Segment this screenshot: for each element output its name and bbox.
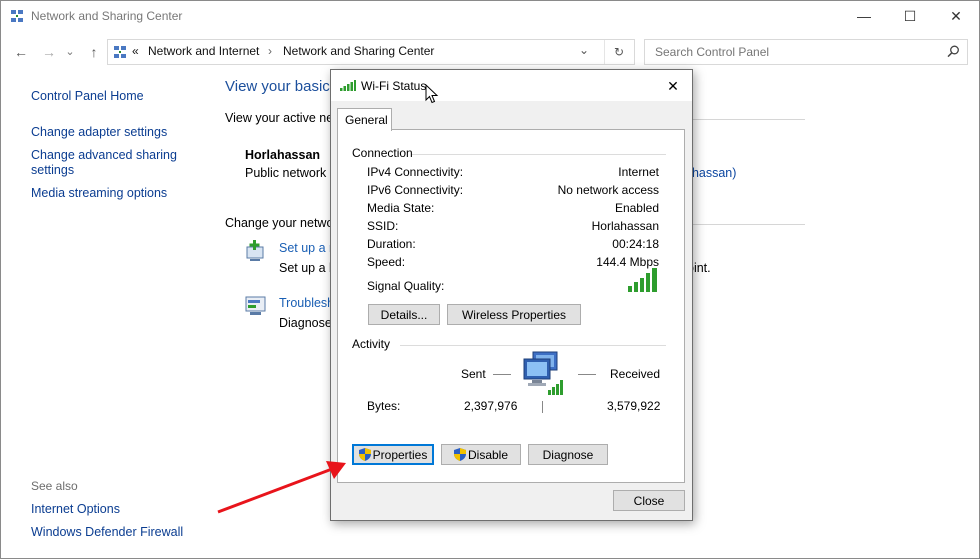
address-chevrons[interactable]: « (132, 44, 139, 58)
breadcrumb-sharing-center[interactable]: Network and Sharing Center (283, 44, 434, 58)
received-line (578, 374, 596, 375)
refresh-button[interactable]: ↻ (604, 40, 633, 64)
setup-connection-icon (244, 239, 268, 266)
page-title: View your basic (225, 78, 330, 95)
network-type: Public network (245, 166, 327, 180)
up-button[interactable]: ↑ (84, 41, 104, 63)
breadcrumb-network-internet[interactable]: Network and Internet (148, 44, 259, 58)
network-activity-computers-icon (522, 351, 570, 400)
bytes-label: Bytes: (367, 399, 401, 413)
annotation-arrow-icon (217, 461, 346, 514)
ipv4-value: Internet (618, 165, 659, 179)
activity-group-label: Activity (352, 337, 391, 351)
media-streaming-options-link[interactable]: Media streaming options (31, 186, 167, 200)
speed-value: 144.4 Mbps (596, 255, 659, 269)
windows-defender-firewall-link[interactable]: Windows Defender Firewall (31, 525, 183, 539)
change-adapter-settings-link[interactable]: Change adapter settings (31, 125, 167, 139)
diagnose-button[interactable]: Diagnose (528, 444, 608, 465)
wifi-status-dialog: Wi-Fi Status ✕ General Connection IPv4 C… (330, 69, 693, 521)
bytes-received-value: 3,579,922 (607, 399, 661, 413)
change-advanced-sharing-link[interactable]: Change advanced sharing (31, 148, 177, 162)
search-box[interactable] (644, 39, 968, 65)
see-also-label: See also (31, 479, 78, 493)
minimize-button[interactable]: — (841, 1, 887, 32)
window-title: Network and Sharing Center (31, 9, 183, 23)
troubleshoot-description: Diagnose (279, 316, 332, 330)
uac-shield-icon (358, 447, 371, 467)
properties-button-label: Properties (372, 448, 428, 462)
disable-button-label: Disable (467, 448, 509, 462)
troubleshoot-icon (244, 295, 268, 320)
tab-general-label: General (345, 113, 388, 127)
wireless-properties-button[interactable]: Wireless Properties (447, 304, 581, 325)
mouse-cursor-icon (425, 83, 439, 107)
sent-line (493, 374, 511, 375)
address-bar[interactable]: « Network and Internet › Network and Sha… (107, 39, 635, 65)
setup-connection-description: Set up a b (279, 261, 336, 275)
troubleshoot-link[interactable]: Troublesh (279, 296, 334, 310)
dialog-title: Wi-Fi Status (361, 79, 427, 93)
disable-button[interactable]: Disable (441, 444, 521, 465)
internet-options-link[interactable]: Internet Options (31, 502, 120, 516)
received-label: Received (610, 367, 661, 381)
properties-button[interactable]: Properties (352, 444, 434, 465)
breadcrumb-separator[interactable]: › (268, 44, 272, 58)
activity-group-line (400, 345, 666, 346)
bytes-sent-value: 2,397,976 (464, 399, 518, 413)
title-bar: Network and Sharing Center — ☐ ✕ (1, 1, 979, 32)
speed-label: Speed: (367, 255, 406, 269)
active-networks-heading: View your active netw (225, 111, 346, 125)
address-dropdown-button[interactable]: ⌄ (579, 43, 589, 57)
general-tab-panel: Connection IPv4 Connectivity: Internet I… (337, 129, 685, 483)
ssid-value: Horlahassan (591, 219, 659, 233)
setup-connection-link[interactable]: Set up a n (279, 241, 336, 255)
tab-general[interactable]: General (337, 108, 392, 131)
maximize-button[interactable]: ☐ (887, 1, 933, 32)
wifi-signal-icon (340, 80, 356, 94)
media-state-value: Enabled (614, 201, 659, 215)
duration-label: Duration: (367, 237, 416, 251)
signal-quality-bars-icon (628, 268, 659, 295)
ipv4-label: IPv4 Connectivity: (367, 165, 464, 179)
address-location-icon (113, 45, 127, 62)
change-advanced-sharing-link-line2[interactable]: settings (31, 163, 74, 177)
back-button[interactable]: ← (11, 41, 31, 63)
sent-label: Sent (461, 367, 486, 381)
ssid-label: SSID: (367, 219, 399, 233)
ipv6-label: IPv6 Connectivity: (367, 183, 464, 197)
control-panel-home-link[interactable]: Control Panel Home (31, 89, 144, 103)
details-button[interactable]: Details... (368, 304, 440, 325)
ipv6-value: No network access (557, 183, 659, 197)
connection-group-line (412, 154, 666, 155)
change-settings-heading: Change your netwo (225, 216, 334, 230)
duration-value: 00:24:18 (612, 237, 659, 251)
forward-button[interactable]: → (39, 41, 59, 63)
dialog-title-bar: Wi-Fi Status ✕ (331, 70, 692, 101)
connection-group-label: Connection (352, 146, 413, 160)
close-button[interactable]: Close (613, 490, 685, 511)
search-input[interactable] (653, 43, 937, 61)
dialog-close-button[interactable]: ✕ (661, 76, 685, 96)
media-state-label: Media State: (367, 201, 435, 215)
network-center-icon (10, 9, 24, 26)
bytes-divider (542, 401, 543, 413)
signal-quality-label: Signal Quality: (367, 279, 445, 293)
search-icon[interactable] (947, 45, 960, 61)
uac-shield-icon (453, 447, 466, 467)
close-window-button[interactable]: ✕ (933, 1, 979, 32)
network-name: Horlahassan (245, 148, 321, 162)
recent-locations-button[interactable]: ⌄ (63, 41, 77, 63)
